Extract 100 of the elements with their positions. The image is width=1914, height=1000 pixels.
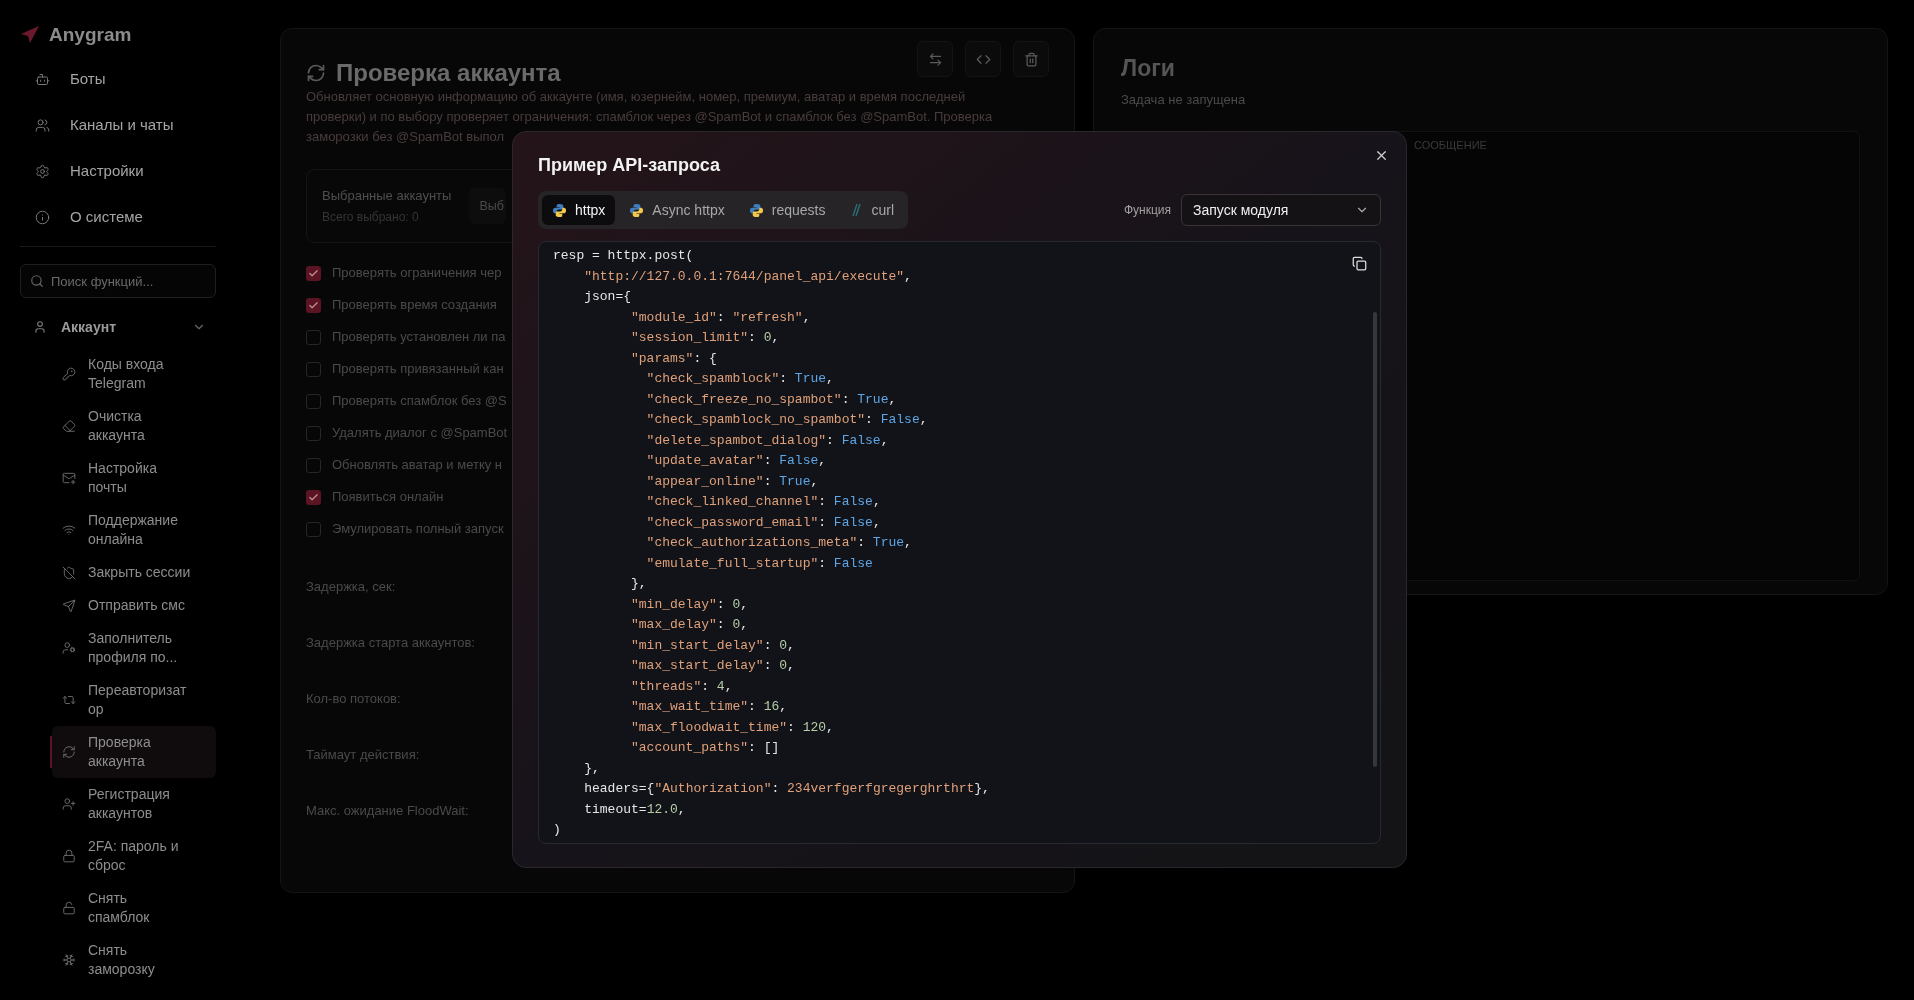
- code-line: "check_spamblock": True,: [645, 370, 834, 388]
- checkbox-label: Появиться онлайн: [332, 488, 444, 507]
- info-icon: [35, 209, 50, 225]
- sidebar-item[interactable]: Регистрация аккаунтов: [52, 778, 216, 830]
- user-icon: [33, 320, 47, 334]
- checkbox[interactable]: [306, 297, 321, 313]
- eraser-icon: [62, 419, 76, 433]
- tab[interactable]: Async httpx: [619, 195, 735, 225]
- code-line: "check_spamblock_no_spambot": False,: [645, 411, 928, 429]
- code-button[interactable]: [965, 41, 1001, 77]
- user-cog-icon: [62, 641, 76, 655]
- function-select[interactable]: Запуск модуля: [1181, 194, 1381, 226]
- code-line: timeout=12.0,: [583, 800, 686, 819]
- tab[interactable]: curl: [839, 195, 904, 225]
- sidebar-item[interactable]: Проверка аккаунта: [52, 726, 216, 778]
- refresh-icon: [306, 63, 326, 83]
- check-icon: [308, 299, 319, 311]
- user-plus-icon: [62, 797, 76, 811]
- mail-icon: [62, 471, 76, 485]
- sidebar-item[interactable]: Заполнитель профиля по...: [52, 622, 216, 674]
- code-line: "delete_spambot_dialog": False,: [645, 431, 889, 450]
- sidebar-item[interactable]: Закрыть сессии: [52, 556, 216, 589]
- code-line: "max_start_delay": 0,: [630, 657, 795, 675]
- code-line: "account_paths": []: [630, 739, 780, 757]
- card-title: Выбранные аккаунты: [322, 186, 452, 205]
- users-icon: [35, 117, 50, 133]
- code-line: "check_freeze_no_spambot": True,: [645, 390, 897, 409]
- check-icon: [308, 491, 319, 503]
- logs-status: Задача не запущена: [1121, 90, 1247, 109]
- checkbox[interactable]: [306, 489, 321, 505]
- logo-icon: [629, 202, 645, 218]
- group-header[interactable]: Аккаунт: [20, 310, 216, 344]
- check-icon: [308, 267, 319, 279]
- lock-icon: [62, 849, 76, 863]
- code-line: "max_wait_time": 16,: [630, 698, 788, 716]
- checkbox-label: Проверять установлен ли па: [332, 328, 506, 347]
- nav-item[interactable]: Настройки: [20, 148, 216, 194]
- checkbox-label: Проверять спамблок без @S: [332, 392, 507, 411]
- checkbox-label: Обновлять аватар и метку н: [332, 456, 503, 475]
- delete-button[interactable]: [1013, 41, 1049, 77]
- checkbox[interactable]: [306, 329, 321, 345]
- field-label: Кол-во потоков:: [306, 690, 401, 709]
- checkbox-label: Эмулировать полный запуск: [332, 520, 504, 539]
- key-icon: [62, 367, 76, 381]
- unlock-icon: [62, 901, 76, 915]
- snowflake-icon: [62, 953, 76, 967]
- code-line: "module_id": "refresh",: [630, 308, 811, 327]
- field-label: Задержка, сек:: [306, 578, 396, 597]
- checkbox[interactable]: [306, 425, 321, 441]
- checkbox[interactable]: [306, 457, 321, 473]
- description-line: Обновляет основную информацию об аккаунте (имя, юзернейм, номер, премиум, аватар и время последней: [306, 88, 966, 106]
- code-line: resp = httpx.post(: [553, 247, 694, 265]
- page-title: Проверка аккаунта: [336, 58, 561, 88]
- checkbox-label: Проверять время создания: [332, 296, 497, 315]
- code-line: "emulate_full_startup": False: [645, 554, 873, 573]
- sidebar-item[interactable]: 2FA: пароль и сброс: [52, 830, 216, 882]
- checkbox-label: Проверять привязанный кан: [332, 360, 504, 379]
- nav-item[interactable]: О системе: [20, 194, 216, 240]
- checkbox-label: Удалять диалог с @SpamBot: [332, 424, 508, 443]
- nav-item[interactable]: Боты: [20, 56, 216, 102]
- dialog-title: Пример API-запроса: [538, 154, 721, 177]
- code-line: headers={"Authorization": 234verfgerfgregerghrthrt},: [583, 780, 990, 798]
- scrollbar[interactable]: [1373, 312, 1377, 767]
- sidebar-item[interactable]: Настройка почты: [52, 452, 216, 504]
- code-line: "check_authorizations_meta": True,: [645, 534, 912, 552]
- swap-icon: [927, 51, 943, 67]
- sidebar-item[interactable]: Снять заморозку: [52, 934, 216, 986]
- send-icon: [62, 598, 76, 613]
- checkbox[interactable]: [306, 521, 321, 537]
- app-name: Anygram: [49, 22, 132, 47]
- checkbox[interactable]: [306, 393, 321, 409]
- sidebar-item[interactable]: Отправить смс: [52, 589, 216, 622]
- checkbox[interactable]: [306, 265, 321, 281]
- code-line: "check_linked_channel": False,: [645, 493, 881, 511]
- sidebar-item[interactable]: Снять спамблок: [52, 882, 216, 934]
- search-icon: [30, 274, 44, 288]
- code-line: "params": {: [630, 349, 717, 368]
- logo-icon: [748, 202, 764, 218]
- code-line: },: [630, 575, 647, 593]
- code-line: "appear_online": True,: [645, 472, 819, 491]
- refresh-icon: [62, 745, 76, 759]
- code-line: "max_delay": 0,: [630, 616, 749, 634]
- code-line: "min_start_delay": 0,: [630, 636, 795, 655]
- sidebar-item[interactable]: Поддержание онлайна: [52, 504, 216, 556]
- function-label: Функция: [1123, 202, 1171, 219]
- checkbox[interactable]: [306, 361, 321, 377]
- sidebar-item[interactable]: Очистка аккаунта: [52, 400, 216, 452]
- logs-title: Логи: [1121, 54, 1176, 83]
- search-field[interactable]: Поиск функций...: [20, 264, 216, 298]
- sidebar-item[interactable]: Коды входа Telegram: [52, 348, 216, 400]
- tab[interactable]: httpx: [542, 195, 616, 225]
- tab[interactable]: requests: [738, 195, 836, 225]
- code-line: ): [553, 821, 561, 839]
- nav-item[interactable]: Каналы и чаты: [20, 102, 216, 148]
- slash-icon: [849, 203, 864, 217]
- swap-button[interactable]: [917, 41, 953, 77]
- checkbox-label: Проверять ограничения чер: [332, 264, 502, 283]
- sidebar-item[interactable]: Переавторизатор: [52, 674, 216, 726]
- trash-icon: [1023, 51, 1039, 67]
- shield-off-icon: [62, 565, 76, 580]
